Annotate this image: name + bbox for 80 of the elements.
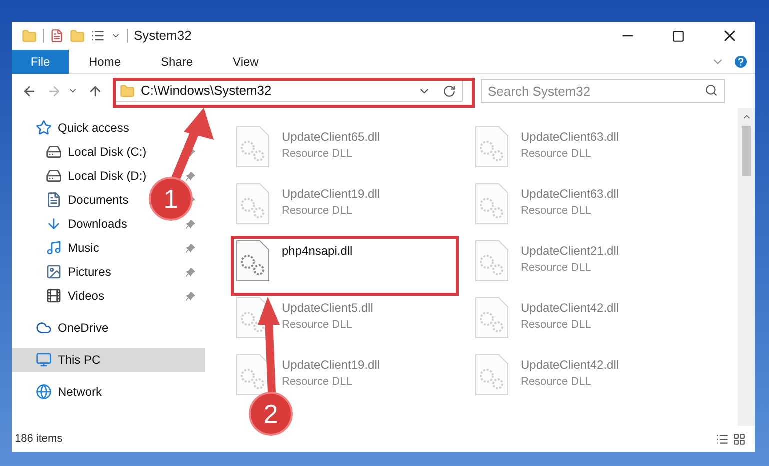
file-item[interactable]: UpdateClient63.dll Resource DLL (475, 126, 693, 175)
file-item[interactable]: UpdateClient42.dll Resource DLL (475, 297, 693, 346)
sidebar-item[interactable]: Pictures (46, 263, 112, 281)
up-icon[interactable] (88, 84, 103, 98)
sidebar-item[interactable]: Network (36, 383, 102, 401)
file-item[interactable]: UpdateClient19.dll Resource DLL (236, 183, 454, 232)
file-icon (236, 183, 270, 225)
properties-icon[interactable] (50, 29, 64, 43)
sidebar-item[interactable]: Music (46, 239, 100, 257)
ribbon-tab[interactable]: File (12, 50, 69, 74)
star-icon (36, 120, 52, 136)
window-title: System32 (134, 27, 192, 46)
file-icon (236, 354, 270, 396)
help-icon[interactable] (733, 54, 749, 70)
file-type: Resource DLL (521, 318, 592, 333)
view-icon[interactable] (91, 29, 105, 43)
sidebar-item[interactable]: Local Disk (C:) (46, 143, 147, 161)
file-name: UpdateClient19.dll (282, 186, 380, 203)
file-icon (236, 126, 270, 168)
file-name: UpdateClient19.dll (282, 357, 380, 374)
film-icon (46, 288, 62, 304)
sidebar-item[interactable]: Documents (46, 191, 129, 209)
file-icon (475, 126, 509, 168)
ribbon-tab[interactable]: View (213, 50, 279, 74)
picture-icon (46, 264, 62, 280)
file-type: Resource DLL (521, 147, 592, 162)
file-name: UpdateClient63.dll (521, 186, 620, 203)
file-type: Resource DLL (282, 375, 354, 390)
sidebar-item[interactable]: OneDrive (36, 319, 109, 337)
document-icon (46, 192, 62, 208)
back-icon[interactable] (22, 84, 37, 98)
search-field[interactable]: Search System32 (481, 79, 725, 103)
ribbon-tab[interactable]: Home (69, 50, 142, 74)
file-name: UpdateClient5.dll (282, 300, 374, 317)
file-item[interactable]: UpdateClient42.dll Resource DLL (475, 354, 693, 403)
sidebar-item[interactable]: This PC (36, 351, 101, 369)
folder-icon (22, 28, 37, 44)
folder-icon (120, 84, 135, 98)
cloud-icon (36, 320, 52, 336)
search-icon (705, 84, 718, 97)
file-name: php4nsapi.dll (282, 243, 353, 260)
file-name: UpdateClient21.dll (521, 243, 620, 260)
file-item[interactable]: UpdateClient21.dll Resource DLL (475, 240, 693, 289)
file-name: UpdateClient63.dll (521, 129, 620, 146)
sidebar-item[interactable]: Local Disk (D:) (46, 167, 147, 185)
scrollbar[interactable] (738, 108, 755, 426)
file-icon (475, 297, 509, 339)
file-name: UpdateClient42.dll (521, 300, 620, 317)
file-type: Resource DLL (521, 204, 592, 219)
sidebar-item[interactable]: Videos (46, 287, 104, 305)
file-item[interactable]: php4nsapi.dll (236, 240, 454, 289)
music-note-icon (46, 240, 62, 256)
file-item[interactable]: UpdateClient65.dll Resource DLL (236, 126, 454, 175)
file-item[interactable]: UpdateClient63.dll Resource DLL (475, 183, 693, 232)
file-icon (475, 240, 509, 282)
file-type: Resource DLL (521, 261, 592, 276)
details-view-icon[interactable] (716, 432, 729, 446)
scrollbar-thumb[interactable] (742, 126, 751, 176)
file-icon (475, 183, 509, 225)
maximize-icon[interactable] (672, 30, 685, 42)
refresh-icon[interactable] (443, 84, 456, 98)
file-icon (236, 240, 270, 282)
ribbon-tab[interactable]: Share (141, 50, 214, 74)
file-type: Resource DLL (282, 147, 354, 162)
file-name: UpdateClient42.dll (521, 357, 620, 374)
icons-view-icon[interactable] (733, 432, 746, 446)
file-type: Resource DLL (282, 204, 354, 219)
sidebar-item[interactable]: Quick access (36, 119, 130, 137)
drive-icon (46, 168, 62, 184)
monitor-icon (36, 352, 52, 368)
globe-icon (36, 384, 52, 400)
sidebar-item[interactable]: Downloads (46, 215, 128, 233)
file-type: Resource DLL (282, 318, 354, 333)
file-type: Resource DLL (521, 375, 592, 390)
address-value: C:\Windows\System32 (141, 82, 272, 100)
drive-icon (46, 144, 62, 160)
item-count: 186 items (15, 432, 63, 447)
file-icon (475, 354, 509, 396)
address-bar[interactable]: C:\Windows\System32 (113, 80, 463, 102)
file-name: UpdateClient65.dll (282, 129, 380, 146)
